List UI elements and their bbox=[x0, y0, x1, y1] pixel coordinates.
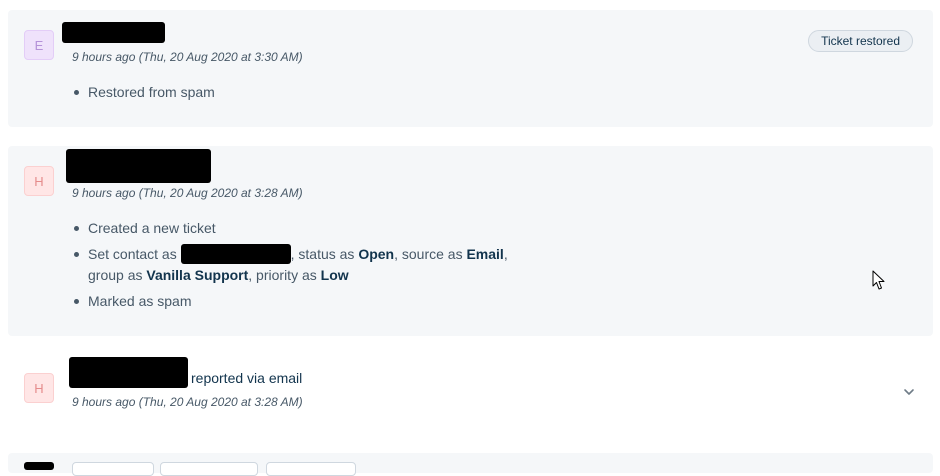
activity-timestamp: 9 hours ago (Thu, 20 Aug 2020 at 3:28 AM… bbox=[72, 395, 303, 409]
activity-action: reported via email bbox=[191, 370, 303, 386]
status-value: Open bbox=[358, 246, 395, 262]
group-value: Vanilla Support bbox=[146, 267, 249, 283]
group-prefix: group as bbox=[88, 267, 143, 283]
list-item: Marked as spam bbox=[72, 291, 532, 312]
activity-timestamp: 9 hours ago (Thu, 20 Aug 2020 at 3:30 AM… bbox=[72, 50, 303, 64]
list-item: Set contact as , status as Open, source … bbox=[72, 244, 532, 286]
redacted-avatar bbox=[24, 462, 54, 470]
avatar: E bbox=[24, 30, 54, 60]
activity-timestamp: 9 hours ago (Thu, 20 Aug 2020 at 3:28 AM… bbox=[72, 186, 303, 200]
set-contact-prefix: Set contact as bbox=[88, 246, 177, 262]
status-prefix: , status as bbox=[290, 246, 355, 262]
source-value: Email bbox=[466, 246, 504, 262]
priority-prefix: , priority as bbox=[248, 267, 317, 283]
avatar: H bbox=[24, 166, 54, 196]
redacted-contact bbox=[180, 244, 291, 264]
tag-chip bbox=[266, 462, 356, 476]
source-prefix: , source as bbox=[394, 246, 463, 262]
redacted-agent-name bbox=[66, 149, 211, 183]
activity-list: Restored from spam bbox=[72, 82, 215, 108]
tag-chip bbox=[160, 462, 258, 476]
redacted-agent-name bbox=[62, 22, 165, 43]
status-badge: Ticket restored bbox=[808, 30, 913, 52]
activity-list: Created a new ticket Set contact as , st… bbox=[72, 218, 532, 317]
mouse-cursor-icon bbox=[872, 270, 885, 290]
tag-chip bbox=[72, 462, 154, 476]
activity-card-restored: E 9 hours ago (Thu, 20 Aug 2020 at 3:30 … bbox=[8, 10, 933, 127]
list-item: Restored from spam bbox=[72, 82, 215, 103]
activity-card-created: H 9 hours ago (Thu, 20 Aug 2020 at 3:28 … bbox=[8, 146, 933, 336]
priority-value: Low bbox=[320, 267, 349, 283]
redacted-requester-name bbox=[69, 357, 188, 388]
chevron-down-icon[interactable] bbox=[902, 385, 916, 399]
avatar: H bbox=[24, 373, 54, 403]
list-item: Created a new ticket bbox=[72, 218, 532, 239]
